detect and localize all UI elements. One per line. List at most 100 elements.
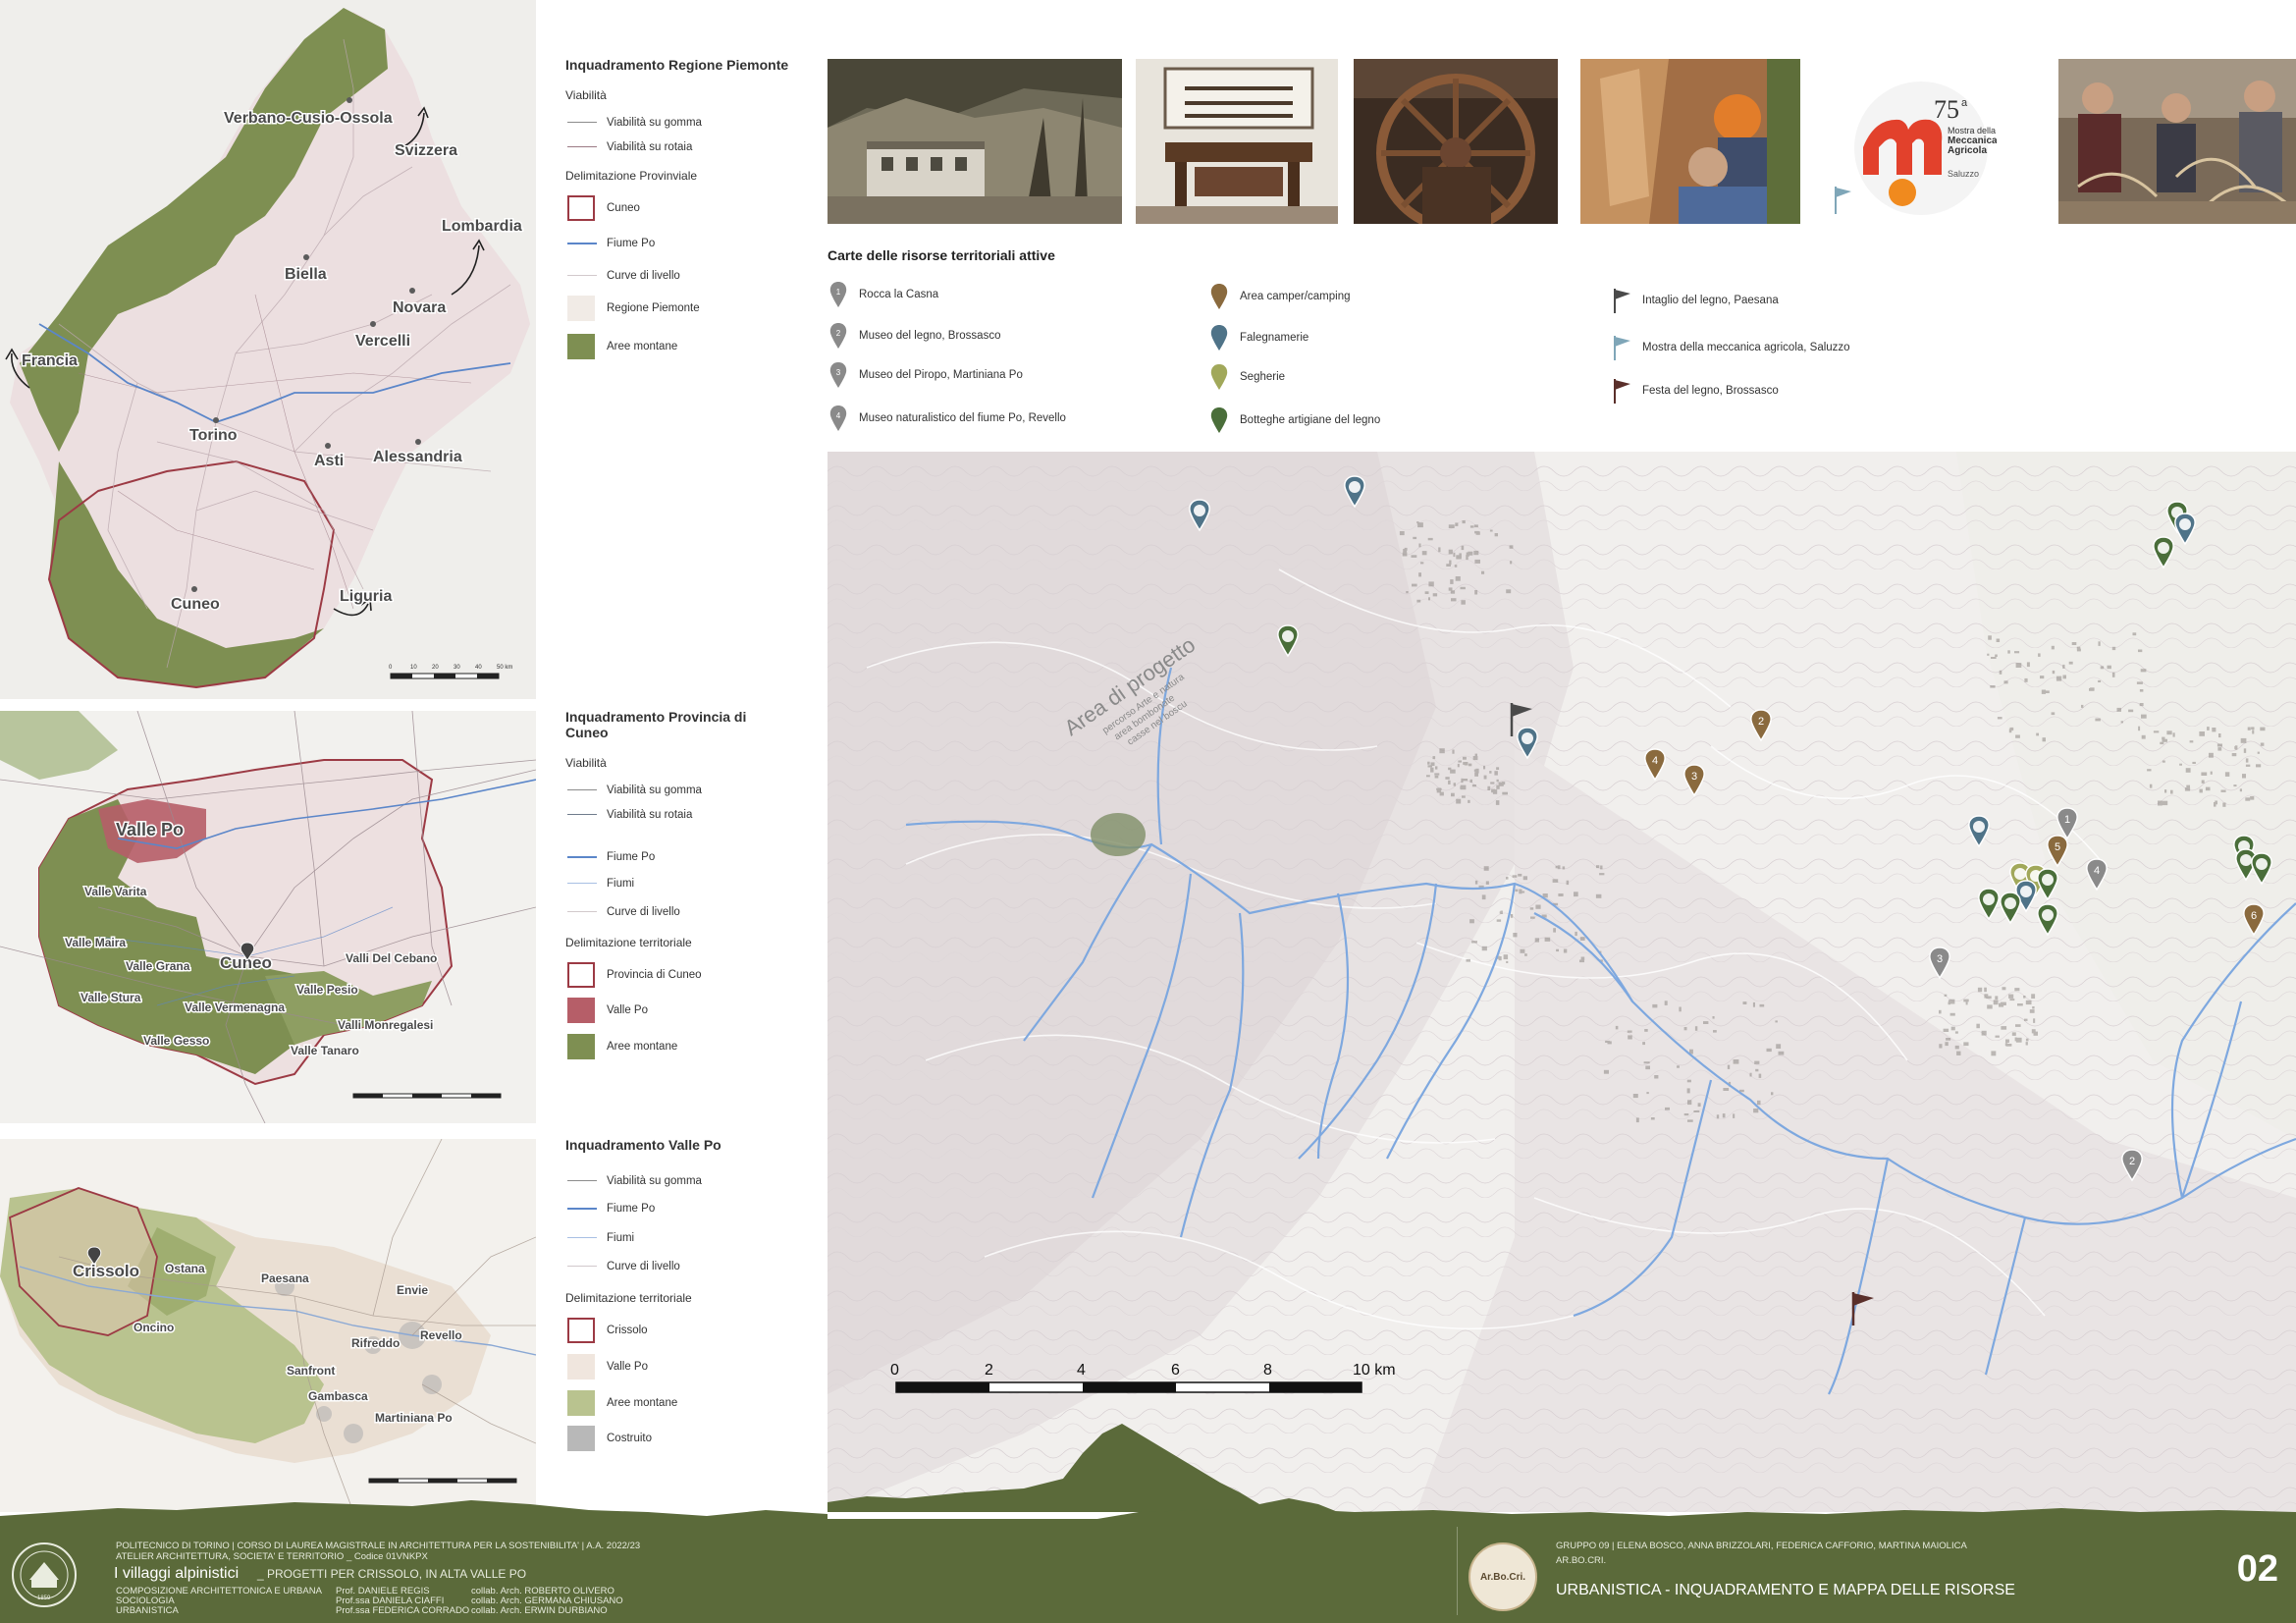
resource-legend-label: Mostra della meccanica agricola, Saluzzo	[1642, 342, 1850, 353]
label-valle-varita: Valle Varita	[84, 885, 147, 898]
label-valle-maira: Valle Maira	[65, 936, 126, 949]
legend-cuneo-group-delim: Delimitazione territoriale	[565, 936, 692, 949]
resource-legend-label: Museo del Piropo, Martiniana Po	[859, 369, 1023, 381]
resource-legend-item: Area camper/camping	[1208, 283, 1351, 310]
legend-group-viabilita: Viabilità	[565, 88, 607, 102]
label-francia: Francia	[22, 352, 78, 369]
legend-piemonte-title: Inquadramento Regione Piemonte	[565, 57, 789, 73]
resource-legend-label: Botteghe artigiane del legno	[1240, 414, 1381, 426]
badge-line1: Mostra della	[1948, 126, 1996, 135]
label-novara: Novara	[393, 299, 446, 316]
legend-cuneo-river: Fiume Po	[565, 844, 791, 869]
svg-text:20: 20	[432, 665, 439, 671]
label-valle-grana: Valle Grana	[126, 959, 190, 973]
resource-legend-label: Area camper/camping	[1240, 291, 1351, 302]
legend-contour: Curve di livello	[565, 261, 791, 291]
photo-woodcarving[interactable]	[1580, 59, 1800, 224]
legend-group-delim: Delimitazione Provinviale	[565, 169, 698, 183]
piemonte-map[interactable]: Verbano-Cusio-Ossola Svizzera Lombardia …	[0, 0, 536, 699]
map-pin-icon	[1210, 325, 1228, 351]
svg-text:4: 4	[836, 411, 841, 420]
label-revello: Revello	[420, 1328, 462, 1342]
legend-cuneo-rivers: Fiumi	[565, 869, 791, 898]
footer-subtitle: _ PROGETTI PER CRISSOLO, IN ALTA VALLE P…	[257, 1567, 527, 1581]
resource-legend-item: 3 Museo del Piropo, Martiniana Po	[828, 361, 1023, 389]
pin-number: 2	[2129, 1156, 2135, 1167]
cuneo-scale-bar	[352, 1093, 502, 1099]
svg-text:1: 1	[836, 288, 841, 297]
pin-number: 5	[2055, 841, 2060, 853]
label-valle-stura: Valle Stura	[80, 991, 141, 1004]
legend-region: Regione Piemonte	[565, 291, 791, 326]
flag-icon	[1614, 289, 1630, 313]
legend-vallepo-river: Fiume Po	[565, 1193, 791, 1224]
label-biella: Biella	[285, 266, 327, 283]
resource-legend-item: 4 Museo naturalistico del fiume Po, Revel…	[828, 405, 1066, 432]
main-resource-map[interactable]: Area di progetto percorso Arte e natura …	[828, 452, 2296, 1512]
svg-text:50 km: 50 km	[497, 665, 512, 671]
label-svizzera: Svizzera	[395, 142, 457, 159]
footer: 1859 POLITECNICO DI TORINO | CORSO DI LA…	[0, 1519, 2296, 1623]
mostra-flag-icon	[1835, 187, 1851, 214]
legend-cuneo-road: Viabilità su gomma	[565, 778, 791, 802]
label-envie: Envie	[397, 1283, 428, 1297]
footer-line1: POLITECNICO DI TORINO | CORSO DI LAUREA …	[116, 1541, 641, 1551]
label-vercelli: Vercelli	[355, 333, 410, 350]
page-number: 02	[2236, 1548, 2278, 1590]
svg-text:0: 0	[890, 1362, 899, 1379]
svg-text:10 km: 10 km	[1353, 1362, 1396, 1379]
label-crissolo: Crissolo	[73, 1262, 139, 1280]
legend-cuneo-province: Provincia di Cuneo	[565, 957, 791, 993]
arbocri-logo: Ar.Bo.Cri.	[1468, 1542, 1537, 1611]
svg-text:2: 2	[836, 329, 841, 338]
label-ostana: Ostana	[165, 1262, 205, 1275]
photo-basketry[interactable]	[2058, 59, 2296, 224]
label-sanfront: Sanfront	[287, 1364, 335, 1378]
badge-number: 75	[1934, 95, 1959, 124]
legend-road: Viabilità su gomma	[565, 110, 791, 135]
legend-vallepo-rivers: Fiumi	[565, 1224, 791, 1252]
map-pin-icon	[1210, 284, 1228, 309]
badge-sup: a	[1961, 97, 1968, 109]
pin-number: 1	[2064, 814, 2070, 826]
label-valle-vermenagna: Valle Vermenagna	[185, 1001, 285, 1014]
seal-year: 1859	[37, 1596, 51, 1601]
legend-vallepo-mountain: Aree montane	[565, 1385, 791, 1421]
resource-legend-item: 1 Rocca la Casna	[828, 281, 938, 308]
label-torino: Torino	[189, 427, 238, 444]
footer-group-code: AR.BO.CRI.	[1556, 1555, 1607, 1566]
label-vco: Verbano-Cusio-Ossola	[224, 110, 393, 127]
map-pin-icon: 4	[829, 406, 847, 431]
svg-text:40: 40	[475, 665, 482, 671]
photo-wheel[interactable]	[1354, 59, 1558, 224]
label-valli-del-cebano: Valli Del Cebano	[346, 951, 437, 965]
legend-vallepo: Inquadramento Valle Po Viabilità su gomm…	[565, 1137, 791, 1456]
badge-city: Saluzzo	[1948, 169, 1979, 179]
pin-number: 4	[2094, 865, 2100, 877]
cuneo-map[interactable]: Valle Po Valle Varita Valle Maira Valle …	[0, 711, 536, 1123]
resource-legend-item: Segherie	[1208, 363, 1285, 391]
pin-number: 3	[1937, 953, 1943, 965]
legend-vallepo-vallepo: Valle Po	[565, 1348, 791, 1385]
badge-mostra-meccanica[interactable]: 75 a Mostra della Meccanica Agricola Sal…	[1845, 79, 1998, 218]
resource-legend-label: Museo del legno, Brossasco	[859, 330, 1001, 342]
map-pin-icon: 1	[829, 282, 847, 307]
pin-number: 4	[1652, 755, 1658, 767]
flag-icon	[1614, 336, 1630, 360]
footer-line2: ATELIER ARCHITETTURA, SOCIETA' E TERRITO…	[116, 1551, 428, 1562]
label-martiniana-po: Martiniana Po	[375, 1411, 453, 1425]
arbocri-logo-text: Ar.Bo.Cri.	[1479, 1572, 1526, 1583]
map-pin-icon	[1210, 364, 1228, 390]
label-rifreddo: Rifreddo	[351, 1336, 400, 1350]
resource-legend-item: Botteghe artigiane del legno	[1208, 406, 1380, 434]
legend-cuneo-title: Inquadramento Provincia di Cuneo	[565, 709, 747, 740]
label-cuneo: Cuneo	[171, 596, 220, 613]
label-valli-monregalesi: Valli Monregalesi	[338, 1018, 433, 1032]
footer-section: URBANISTICA - INQUADRAMENTO E MAPPA DELL…	[1556, 1582, 2015, 1598]
pin-number: 2	[1758, 716, 1764, 728]
project-area-blob[interactable]	[1091, 813, 1146, 856]
photo-museo-legno[interactable]	[1136, 59, 1338, 224]
svg-text:10: 10	[410, 665, 417, 671]
vallepo-map[interactable]: Crissolo Ostana Paesana Envie Oncino Rev…	[0, 1139, 536, 1512]
photo-rocca-la-casna[interactable]	[828, 59, 1122, 224]
